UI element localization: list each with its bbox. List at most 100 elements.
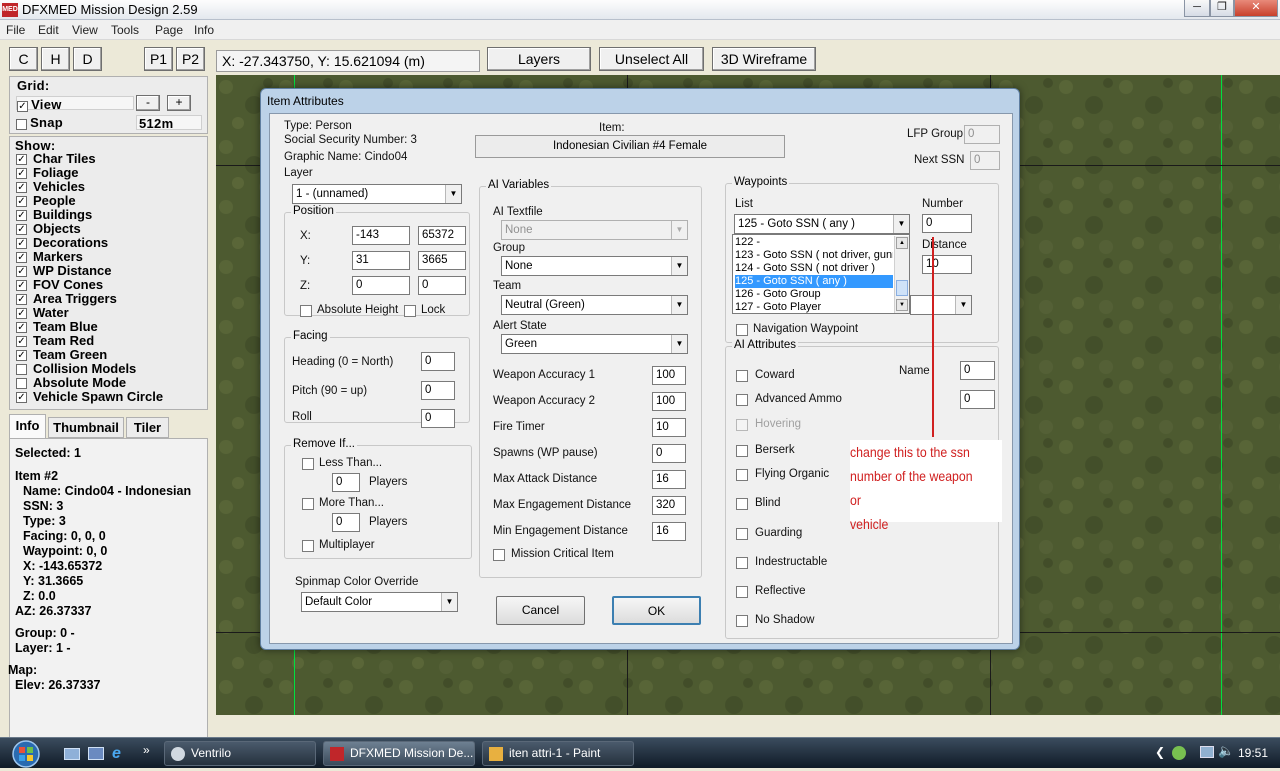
show-item-checkbox[interactable]: ✓ (16, 196, 27, 208)
roll-field[interactable]: 0 (421, 409, 455, 428)
switch-windows-icon[interactable] (88, 747, 104, 760)
dropdown-item[interactable]: 126 - Goto Group (735, 288, 893, 301)
layers-button[interactable]: Layers (487, 47, 591, 71)
show-item[interactable]: Absolute Mode (13, 376, 168, 390)
spinmap-select[interactable]: Default Color ▼ (301, 592, 458, 612)
task-ventrilo[interactable]: Ventrilo (164, 741, 316, 766)
dropdown-item[interactable]: 123 - Goto SSN ( not driver, gunn (735, 249, 893, 262)
ok-button[interactable]: OK (612, 596, 701, 625)
volume-icon[interactable]: 🔈 (1218, 743, 1234, 759)
network-users-icon[interactable] (1172, 746, 1186, 760)
y-fraction-field[interactable]: 3665 (418, 251, 466, 270)
menu-info[interactable]: Info (194, 23, 214, 37)
ai-attribute-checkbox[interactable] (736, 586, 748, 598)
show-item[interactable]: ✓ Vehicles (13, 180, 168, 194)
z-whole-field[interactable]: 0 (352, 276, 410, 295)
lock-checkbox[interactable] (404, 305, 416, 317)
show-item-checkbox[interactable]: ✓ (16, 238, 27, 250)
tab-tiler[interactable]: Tiler (126, 417, 169, 438)
quicklaunch-overflow-icon[interactable]: » (143, 743, 150, 757)
z-fraction-field[interactable]: 0 (418, 276, 466, 295)
ai-attribute-checkbox[interactable] (736, 419, 748, 431)
ai-attribute-checkbox[interactable] (736, 498, 748, 510)
scroll-up-icon[interactable]: ▲ (896, 237, 908, 249)
show-item[interactable]: Collision Models (13, 362, 168, 376)
menu-tools[interactable]: Tools (111, 23, 139, 37)
task-paint[interactable]: iten attri-1 - Paint (482, 741, 634, 766)
weapon-accuracy-1-field[interactable]: 100 (652, 366, 686, 385)
ai-textfile-select[interactable]: None ▼ (501, 220, 688, 240)
scroll-down-icon[interactable]: ▼ (896, 299, 908, 311)
clock[interactable]: 19:51 (1238, 746, 1268, 760)
view-c-button[interactable]: C (9, 47, 38, 71)
show-item-checkbox[interactable]: ✓ (16, 266, 27, 278)
multiplayer-checkbox[interactable] (302, 540, 314, 552)
scroll-thumb[interactable] (896, 280, 908, 296)
snap-toggle[interactable]: Snap (16, 115, 134, 130)
show-item[interactable]: ✓ Area Triggers (13, 292, 168, 306)
snap-checkbox[interactable] (16, 118, 27, 130)
tab-thumbnail[interactable]: Thumbnail (48, 417, 124, 438)
team-select[interactable]: Neutral (Green) ▼ (501, 295, 688, 315)
layer-select[interactable]: 1 - (unnamed) ▼ (292, 184, 462, 204)
ai-attribute-checkbox[interactable] (736, 370, 748, 382)
network-icon[interactable] (1200, 746, 1214, 758)
show-item[interactable]: ✓ Objects (13, 222, 168, 236)
show-item[interactable]: ✓ Vehicle Spawn Circle (13, 390, 168, 404)
show-item[interactable]: ✓ Team Red (13, 334, 168, 348)
distance-field[interactable]: 10 (922, 255, 972, 274)
less-than-checkbox[interactable] (302, 458, 314, 470)
number-field[interactable]: 0 (922, 214, 972, 233)
show-item-checkbox[interactable]: ✓ (16, 392, 27, 404)
ai-attribute-checkbox[interactable] (736, 557, 748, 569)
ai-attribute-checkbox[interactable] (736, 394, 748, 406)
show-item[interactable]: ✓ Foliage (13, 166, 168, 180)
start-button[interactable] (6, 739, 46, 768)
restore-button[interactable]: ❐ (1210, 0, 1234, 17)
show-item-checkbox[interactable]: ✓ (16, 308, 27, 320)
x-fraction-field[interactable]: 65372 (418, 226, 466, 245)
absolute-height-checkbox[interactable] (300, 305, 312, 317)
show-item-checkbox[interactable]: ✓ (16, 350, 27, 362)
spawns-field[interactable]: 0 (652, 444, 686, 463)
view-h-button[interactable]: H (41, 47, 70, 71)
pitch-field[interactable]: 0 (421, 381, 455, 400)
x-whole-field[interactable]: -143 (352, 226, 410, 245)
tray-expand-icon[interactable]: ❮ (1155, 745, 1165, 759)
show-item-checkbox[interactable]: ✓ (16, 336, 27, 348)
menu-page[interactable]: Page (155, 23, 183, 37)
grid-plus-button[interactable]: + (167, 95, 191, 111)
grid-size[interactable]: 512m (136, 115, 202, 131)
player1-button[interactable]: P1 (144, 47, 173, 71)
lfp-group-field[interactable]: 0 (964, 125, 1000, 144)
show-item[interactable]: ✓ FOV Cones (13, 278, 168, 292)
navigation-waypoint-checkbox[interactable] (736, 324, 748, 336)
task-dfxmed[interactable]: DFXMED Mission De... (323, 741, 475, 766)
close-button[interactable]: ✕ (1234, 0, 1278, 17)
ai-attribute-checkbox[interactable] (736, 615, 748, 627)
max-attack-distance-field[interactable]: 16 (652, 470, 686, 489)
name-field[interactable]: 0 (960, 361, 995, 380)
mission-critical-checkbox[interactable] (493, 549, 505, 561)
alert-state-select[interactable]: Green ▼ (501, 334, 688, 354)
player2-button[interactable]: P2 (176, 47, 205, 71)
show-item-checkbox[interactable] (16, 378, 27, 390)
min-engagement-distance-field[interactable]: 16 (652, 522, 686, 541)
weapon-accuracy-2-field[interactable]: 100 (652, 392, 686, 411)
show-item[interactable]: ✓ Buildings (13, 208, 168, 222)
dropdown-item[interactable]: 127 - Goto Player (735, 301, 893, 313)
minimize-button[interactable]: ─ (1184, 0, 1210, 17)
waypoint-type-select[interactable]: ▼ (910, 295, 972, 315)
view-checkbox[interactable]: ✓ (17, 100, 28, 112)
show-item[interactable]: ✓ Team Green (13, 348, 168, 362)
show-item[interactable]: ✓ Team Blue (13, 320, 168, 334)
dropdown-scrollbar[interactable]: ▲ ▼ (894, 236, 909, 313)
show-item-checkbox[interactable]: ✓ (16, 182, 27, 194)
show-item-checkbox[interactable]: ✓ (16, 294, 27, 306)
wireframe-button[interactable]: 3D Wireframe (712, 47, 816, 71)
ai-attribute-checkbox[interactable] (736, 469, 748, 481)
next-ssn-field[interactable]: 0 (970, 151, 1000, 170)
show-desktop-icon[interactable] (64, 748, 80, 760)
max-engagement-distance-field[interactable]: 320 (652, 496, 686, 515)
show-item-checkbox[interactable]: ✓ (16, 168, 27, 180)
